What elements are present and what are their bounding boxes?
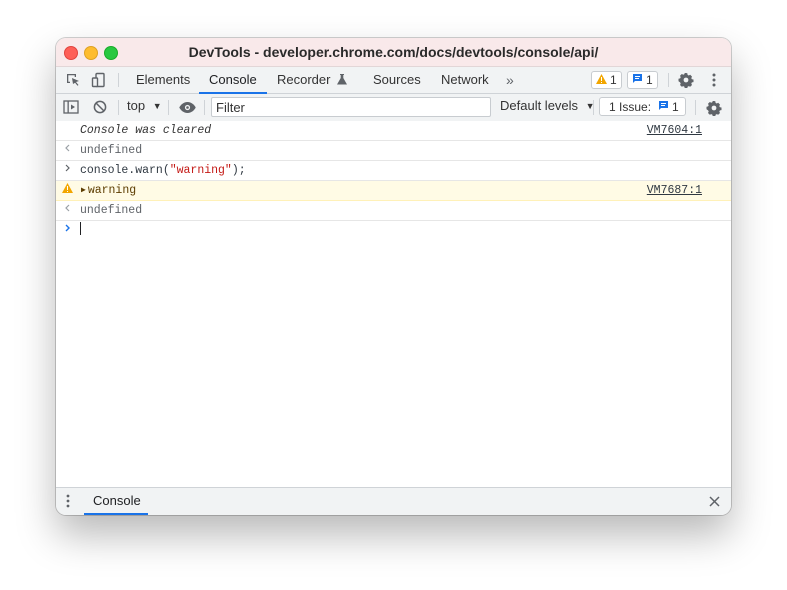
console-messages[interactable]: Console was cleared VM7604:1 undefined c… [56, 121, 731, 488]
warning-icon [596, 72, 607, 88]
toolbar-divider [593, 100, 594, 115]
issues-label: 1 Issue: [609, 99, 652, 114]
window-title: DevTools - developer.chrome.com/docs/dev… [188, 44, 599, 60]
tab-console[interactable]: Console [199, 67, 267, 94]
more-tabs-icon[interactable]: » [506, 67, 514, 93]
eye-icon[interactable] [178, 99, 196, 115]
console-result: undefined [56, 141, 731, 161]
issues-button[interactable]: 1 Issue: 1 [599, 97, 686, 116]
main-tab-bar: Elements Console Recorder Sources Networ… [56, 67, 731, 94]
code-string: "warning" [169, 164, 232, 177]
result-text: undefined [80, 144, 143, 157]
prompt-icon [64, 221, 74, 240]
drawer-menu-kebab-icon[interactable] [66, 494, 70, 508]
result-text: undefined [80, 204, 143, 217]
badge-divider [668, 73, 669, 87]
log-levels-label: Default levels [500, 98, 579, 113]
inspect-icon[interactable] [64, 71, 82, 89]
messages-count: 1 [646, 73, 653, 87]
toolbar-divider [695, 100, 696, 115]
tab-network[interactable]: Network [441, 67, 489, 93]
input-code: console.warn("warning"); [80, 161, 246, 180]
issues-count: 1 [672, 99, 679, 114]
devtools-window: DevTools - developer.chrome.com/docs/dev… [56, 38, 731, 515]
messages-badge[interactable]: 1 [627, 71, 658, 89]
warnings-count: 1 [610, 73, 617, 87]
tab-recorder-label: Recorder [277, 72, 331, 87]
expand-triangle-icon: ▶ [81, 186, 86, 195]
code-suffix: ); [231, 164, 246, 177]
log-levels-dropdown[interactable]: Default levels ▼ [500, 98, 595, 113]
drawer-bar: Console [56, 487, 731, 515]
warning-expander[interactable]: ▶ warning [81, 181, 136, 200]
result-arrow-icon [64, 141, 74, 160]
warning-icon [62, 181, 73, 200]
close-icon[interactable] [708, 495, 720, 507]
code-prefix: console.warn( [80, 164, 170, 177]
tab-sources[interactable]: Sources [373, 67, 421, 93]
console-message-warning: ▶ warning VM7687:1 [56, 181, 731, 201]
device-toggle-icon[interactable] [90, 71, 108, 89]
console-input-echo: console.warn("warning"); [56, 161, 731, 181]
title-bar: DevTools - developer.chrome.com/docs/dev… [56, 38, 731, 67]
drawer-tab-label: Console [93, 493, 141, 508]
source-link[interactable]: VM7604:1 [647, 121, 702, 140]
message-icon [658, 99, 669, 115]
context-selector[interactable]: top ▼ [127, 98, 162, 113]
message-text: Console was cleared [80, 124, 212, 137]
dropdown-arrow-icon: ▼ [152, 101, 162, 111]
toolbar-divider [168, 100, 169, 115]
flask-icon [337, 68, 348, 94]
toolbar-divider [118, 100, 119, 115]
toolbar-divider [204, 100, 205, 115]
console-result: undefined [56, 201, 731, 221]
source-link[interactable]: VM7687:1 [647, 181, 702, 200]
console-message-info: Console was cleared VM7604:1 [56, 121, 731, 141]
warning-text: warning [87, 184, 137, 197]
warnings-badge[interactable]: 1 [591, 71, 622, 89]
context-label: top [127, 98, 146, 113]
message-icon [632, 72, 643, 88]
sidebar-toggle-icon[interactable] [63, 99, 79, 115]
prompt-input[interactable] [80, 221, 81, 240]
drawer-tab-console[interactable]: Console [84, 488, 148, 515]
gear-icon[interactable] [677, 71, 695, 89]
kebab-icon[interactable] [706, 71, 722, 89]
prompt-icon [64, 161, 74, 180]
clear-icon[interactable] [92, 99, 108, 115]
filter-input[interactable] [211, 97, 491, 117]
console-toolbar: top ▼ Default levels ▼ 1 Issue: 1 [56, 94, 731, 122]
tab-divider [118, 73, 119, 87]
tab-elements[interactable]: Elements [136, 67, 190, 93]
result-arrow-icon [64, 201, 74, 220]
tab-recorder[interactable]: Recorder [277, 67, 348, 94]
console-settings-gear-icon[interactable] [705, 99, 723, 117]
text-caret [80, 222, 81, 235]
console-prompt[interactable] [56, 221, 731, 240]
